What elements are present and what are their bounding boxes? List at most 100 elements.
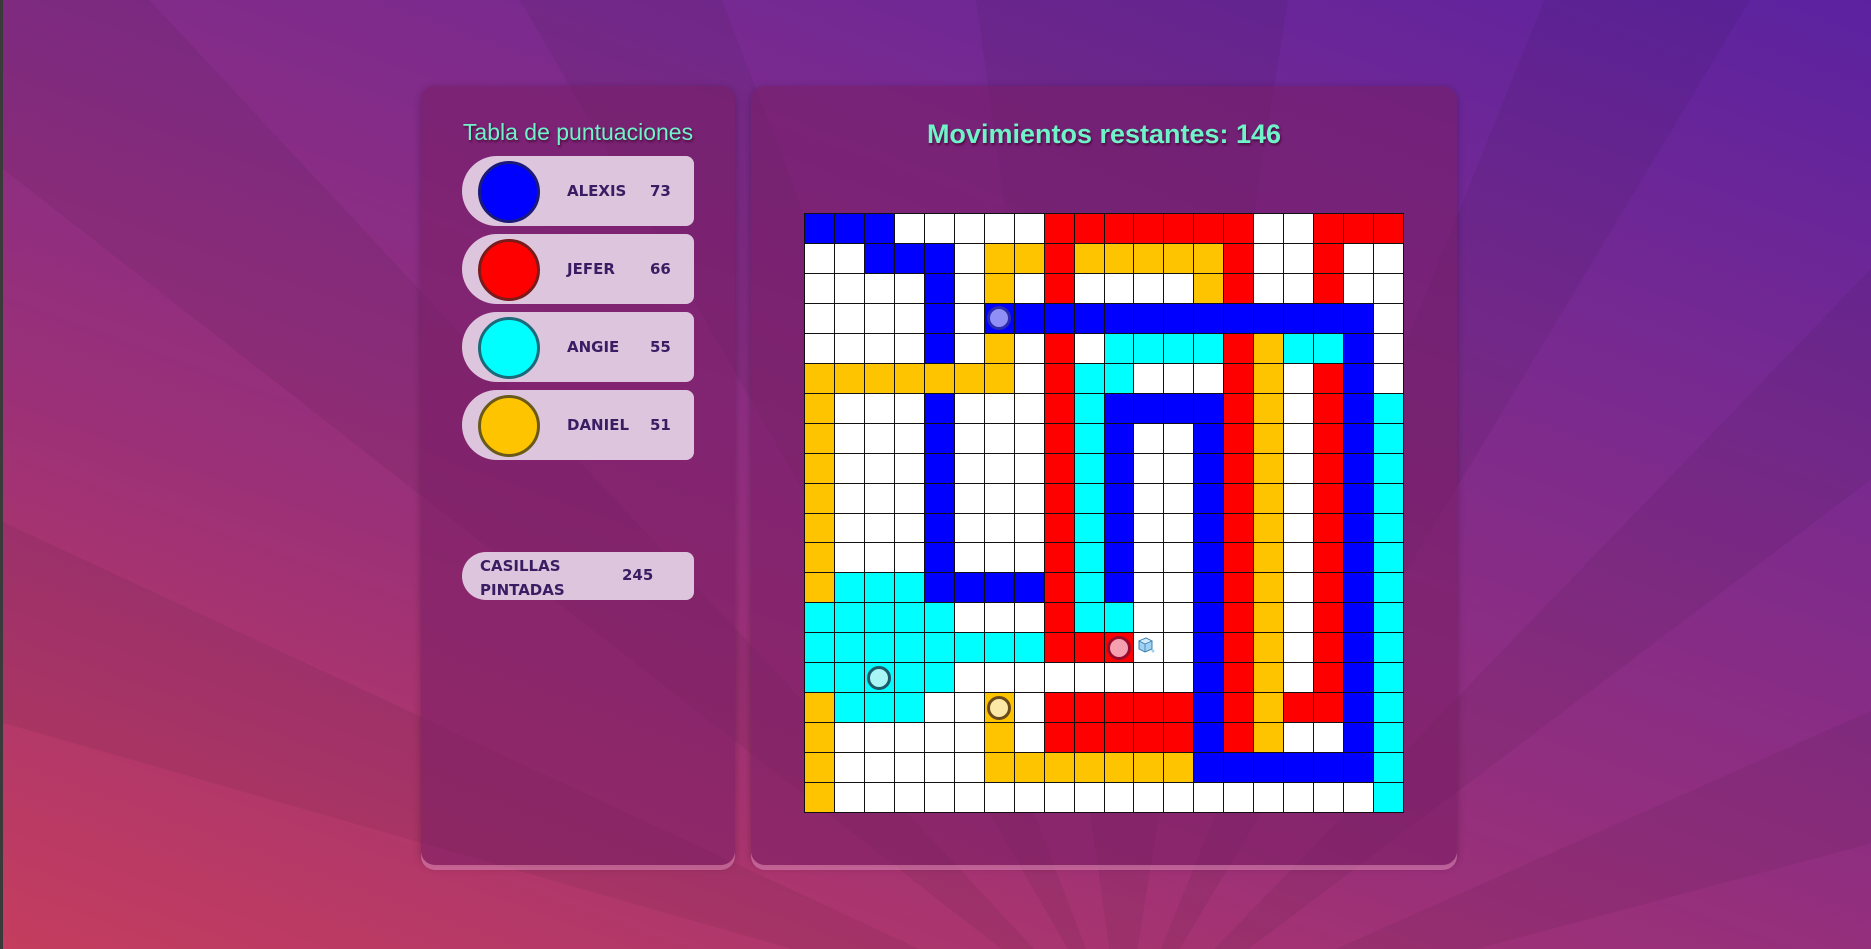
board-cell [924,243,954,273]
board-cell [924,483,954,513]
board-cell [834,243,864,273]
board-cell [864,243,894,273]
board-cell [1314,723,1344,753]
board-cell [1284,333,1314,363]
board-cell [924,423,954,453]
board-cell [1074,243,1104,273]
board-cell [1014,663,1044,693]
board-cell [954,273,984,303]
board-cell [1014,303,1044,333]
board-cell [1374,333,1403,363]
board-cell [834,273,864,303]
board-cell [1374,214,1403,243]
board-cell [924,333,954,363]
board-cell [1374,363,1403,393]
board-cell [1104,363,1134,393]
board-cell [924,663,954,693]
board-cell [1164,753,1194,783]
board-cell [1284,693,1314,723]
board-cell [1074,633,1104,663]
board-cell [1044,603,1074,633]
board-cell [1104,333,1134,363]
board-cell [1314,663,1344,693]
board-cell [894,723,924,753]
board-cell [1194,303,1224,333]
board-cell [1134,393,1164,423]
board-cell [805,273,834,303]
board-cell [805,243,834,273]
player-score: 55 [650,338,671,356]
board-cell [954,423,984,453]
board-cell [954,723,984,753]
board-cell [1104,753,1134,783]
board-cell [1344,303,1374,333]
board-cell [1314,303,1344,333]
board-cell [894,214,924,243]
board-cell [1164,633,1194,663]
board-cell [1374,543,1403,573]
board-cell [1164,573,1194,603]
player-card-jefer: JEFER 66 [462,234,694,304]
board-cell [1104,483,1134,513]
board-cell [1074,783,1104,812]
scoreboard-title: Tabla de puntuaciones [462,119,694,145]
board-cell [1044,363,1074,393]
board-cell [1254,693,1284,723]
board-cell [864,363,894,393]
board-cell [1014,693,1044,723]
board-cell [1284,363,1314,393]
board-cell [1134,543,1164,573]
board-cell [954,753,984,783]
board-cell [805,783,834,812]
board-cell [1344,723,1374,753]
board-cell [1314,633,1344,663]
board-cell [1254,423,1284,453]
board-cell [834,333,864,363]
board-cell [1014,273,1044,303]
board-cell [1134,273,1164,303]
board-cell [1344,273,1374,303]
board-cell [1104,543,1134,573]
board-cell [1284,243,1314,273]
board-cell [864,273,894,303]
board-cell [894,363,924,393]
board-cell [1344,453,1374,483]
board-cell [954,363,984,393]
board-cell [834,303,864,333]
board-cell [1074,423,1104,453]
board-cell [1374,723,1403,753]
board-cell [1194,243,1224,273]
board-cell [805,453,834,483]
board-cell [805,693,834,723]
board-cell [1044,783,1074,812]
board-cell [1134,333,1164,363]
board-cell [1224,333,1254,363]
board-cell [1194,423,1224,453]
board-cell [1254,513,1284,543]
board-cell [1344,603,1374,633]
game-board[interactable] [804,213,1404,813]
board-cell [1314,483,1344,513]
board-cell [805,393,834,423]
board-cell [864,333,894,363]
board-cell [1254,573,1284,603]
board-cell [1194,513,1224,543]
board-cell [1314,273,1344,303]
board-cell [1164,483,1194,513]
board-cell [1044,423,1074,453]
board-cell [984,543,1014,573]
board-cell [1224,783,1254,812]
board-cell [1224,543,1254,573]
board-cell [1314,243,1344,273]
board-cell [1014,363,1044,393]
board-cell [1074,273,1104,303]
board-cell [1254,543,1284,573]
board-cell [954,663,984,693]
board-cell [1134,303,1164,333]
board-cell [1314,513,1344,543]
board-cell [1164,393,1194,423]
board-cell [1374,393,1403,423]
board-cell [1194,663,1224,693]
board-cell [1284,423,1314,453]
board-cell [1254,303,1284,333]
